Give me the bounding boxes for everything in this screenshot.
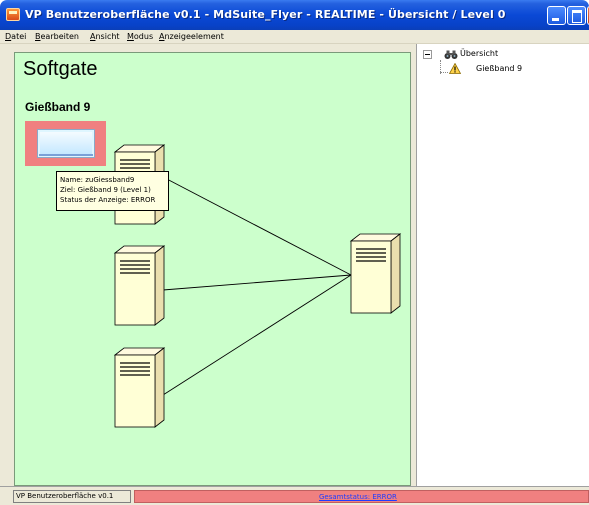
tooltip-target: Ziel: Gießband 9 (Level 1): [60, 186, 151, 194]
maximize-button[interactable]: [567, 6, 586, 25]
status-bar: VP Benutzeroberfläche v0.1 Gesamtstatus:…: [0, 486, 589, 505]
binoculars-icon: [444, 50, 458, 59]
minimize-button[interactable]: [547, 6, 566, 25]
menu-anzeigeelement[interactable]: Anzeigeelement: [159, 32, 224, 41]
menu-modus[interactable]: Modus: [127, 32, 153, 41]
menu-bearbeiten[interactable]: Bearbeiten: [35, 32, 79, 41]
tree-item-giessband9[interactable]: Gießband 9: [476, 64, 522, 73]
overview-tree[interactable]: Übersicht Gießband 9: [416, 44, 589, 486]
element-tooltip: Name: zuGiessband9 Ziel: Gießband 9 (Lev…: [56, 171, 169, 211]
status-error-panel: Gesamtstatus: ERROR: [134, 490, 589, 503]
group-label: Gießband 9: [25, 100, 91, 114]
link-line: [162, 274, 352, 396]
server-icon[interactable]: [114, 245, 165, 326]
overall-status-link[interactable]: Gesamtstatus: ERROR: [319, 492, 397, 502]
window-title: VP Benutzeroberfläche v0.1 - MdSuite_Fly…: [25, 8, 506, 21]
server-icon[interactable]: [350, 233, 401, 314]
widget-screen-icon: [37, 129, 95, 158]
diagram-canvas[interactable]: Softgate Gießband 9 Name: zuGiessband9 Z…: [14, 52, 411, 486]
title-bar[interactable]: VP Benutzeroberfläche v0.1 - MdSuite_Fly…: [0, 0, 589, 30]
link-line: [162, 176, 352, 276]
tooltip-name: Name: zuGiessband9: [60, 176, 135, 184]
menu-bar: Datei Bearbeiten Ansicht Modus Anzeigeel…: [0, 30, 589, 44]
diagram-links: [114, 144, 401, 428]
canvas-title: Softgate: [23, 58, 98, 80]
app-icon[interactable]: [6, 8, 20, 21]
tree-collapse-toggle[interactable]: [423, 50, 432, 59]
link-line: [162, 274, 352, 291]
server-icon[interactable]: [114, 347, 165, 428]
warning-icon: [449, 63, 461, 74]
menu-datei[interactable]: Datei: [5, 32, 26, 41]
tooltip-status: Status der Anzeige: ERROR: [60, 196, 156, 204]
status-app-label: VP Benutzeroberfläche v0.1: [13, 490, 131, 503]
menu-ansicht[interactable]: Ansicht: [90, 32, 120, 41]
display-element-widget[interactable]: [25, 121, 106, 166]
tree-item-uebersicht[interactable]: Übersicht: [460, 49, 498, 58]
